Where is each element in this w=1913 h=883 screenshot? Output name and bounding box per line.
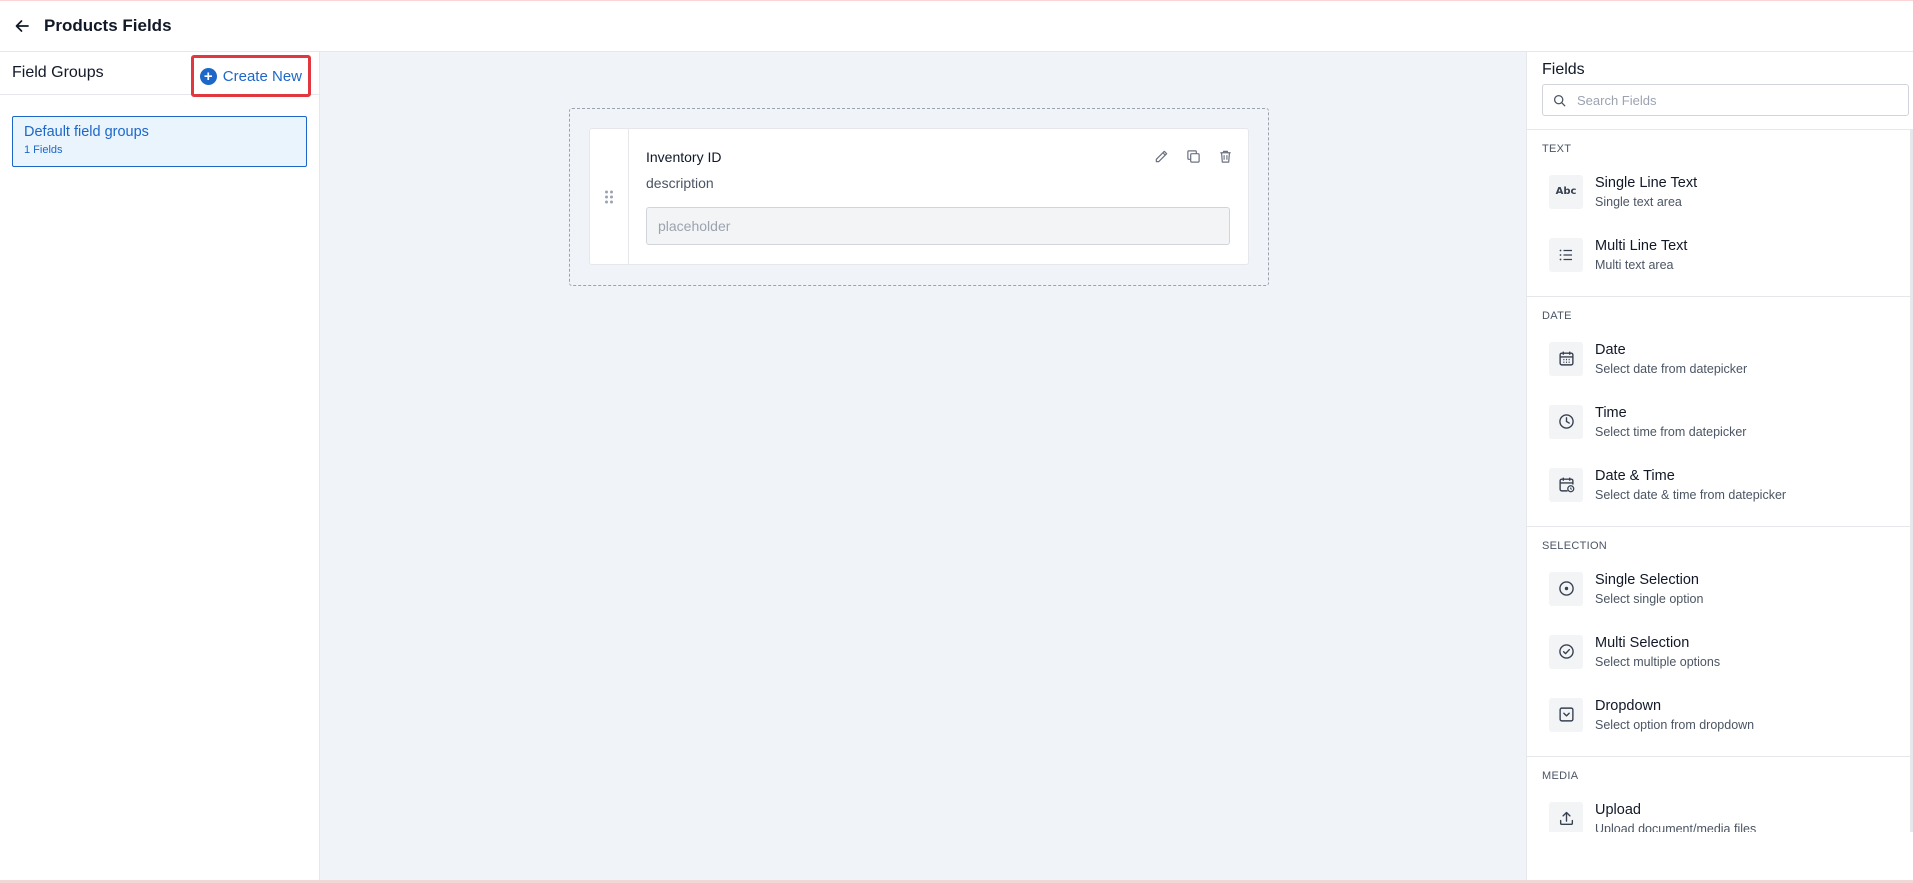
duplicate-button[interactable] xyxy=(1184,147,1202,165)
edit-button[interactable] xyxy=(1152,147,1170,165)
page-title: Products Fields xyxy=(44,16,172,35)
field-type-desc: Select single option xyxy=(1595,591,1704,606)
search-input[interactable] xyxy=(1577,92,1877,108)
section-title: MEDIA xyxy=(1542,770,1579,782)
arrow-left-icon xyxy=(15,20,29,32)
plus-circle-icon: + xyxy=(199,67,217,85)
field-type-single-line-text[interactable]: Abc Single Line Text Single text area xyxy=(1527,160,1910,223)
radio-icon xyxy=(1549,571,1583,606)
fields-panel: Fields TEXT Abc Single Line Text Single … xyxy=(1526,52,1913,880)
check-circle-icon xyxy=(1549,634,1583,669)
pencil-icon xyxy=(1155,150,1167,162)
calendar-clock-icon xyxy=(1549,467,1583,502)
search-box xyxy=(1542,84,1909,116)
delete-button[interactable] xyxy=(1216,147,1234,165)
section-date: DATE Date Select date from datepicker Ti… xyxy=(1527,297,1910,527)
field-type-name: Multi Selection xyxy=(1595,634,1690,651)
trash-icon xyxy=(1219,150,1231,163)
calendar-icon xyxy=(1549,341,1583,376)
section-title: TEXT xyxy=(1542,143,1572,155)
field-type-desc: Select option from dropdown xyxy=(1595,717,1755,732)
fields-list: TEXT Abc Single Line Text Single text ar… xyxy=(1527,129,1913,832)
field-type-desc: Select date from datepicker xyxy=(1595,361,1748,376)
field-type-name: Multi Line Text xyxy=(1595,237,1688,254)
section-media: MEDIA Upload Upload document/media files xyxy=(1527,757,1910,832)
field-type-date-time[interactable]: Date & Time Select date & time from date… xyxy=(1527,453,1910,516)
create-new-button[interactable]: + Create New xyxy=(190,55,311,97)
back-button[interactable] xyxy=(0,0,44,52)
field-card[interactable]: Inventory ID description placeholder xyxy=(589,128,1249,265)
field-description: description xyxy=(646,175,714,191)
field-actions xyxy=(1152,147,1234,165)
field-type-dropdown[interactable]: Dropdown Select option from dropdown xyxy=(1527,683,1910,746)
dropdown-icon xyxy=(1549,697,1583,732)
field-groups-header: Field Groups + Create New xyxy=(0,52,319,97)
field-type-desc: Select multiple options xyxy=(1595,654,1721,669)
create-new-label: Create New xyxy=(222,67,302,85)
search-icon xyxy=(1553,94,1566,106)
field-body: Inventory ID description placeholder xyxy=(629,129,1248,264)
top-bar: Products Fields xyxy=(0,0,1913,52)
section-selection: SELECTION Single Selection Select single… xyxy=(1527,527,1910,757)
drop-zone[interactable]: Inventory ID description placeholder xyxy=(569,108,1269,286)
field-groups-title: Field Groups xyxy=(12,64,104,81)
field-group-count: 1 Fields xyxy=(24,144,63,156)
field-type-desc: Select date & time from datepicker xyxy=(1595,487,1787,502)
fields-title: Fields xyxy=(1542,61,1585,78)
field-preview-input[interactable]: placeholder xyxy=(646,207,1230,245)
form-canvas: Inventory ID description placeholder xyxy=(320,52,1526,880)
list-icon xyxy=(1549,237,1583,272)
field-type-upload[interactable]: Upload Upload document/media files xyxy=(1527,787,1910,832)
section-title: SELECTION xyxy=(1542,540,1608,552)
section-text: TEXT Abc Single Line Text Single text ar… xyxy=(1527,130,1910,297)
field-type-time[interactable]: Time Select time from datepicker xyxy=(1527,390,1910,453)
field-type-desc: Single text area xyxy=(1595,194,1682,209)
field-type-name: Single Line Text xyxy=(1595,174,1698,191)
field-type-multi-selection[interactable]: Multi Selection Select multiple options xyxy=(1527,620,1910,683)
section-title: DATE xyxy=(1542,310,1572,322)
field-group-name: Default field groups xyxy=(24,124,149,140)
clock-icon xyxy=(1549,404,1583,439)
copy-icon xyxy=(1186,149,1200,163)
drag-handle[interactable] xyxy=(590,129,629,264)
field-type-name: Date & Time xyxy=(1595,467,1675,484)
field-label: Inventory ID xyxy=(646,149,722,165)
field-type-name: Upload xyxy=(1595,801,1641,818)
abc-icon: Abc xyxy=(1549,174,1583,209)
field-groups-panel: Field Groups + Create New Default field … xyxy=(0,52,320,880)
grip-dots-icon xyxy=(605,190,613,203)
field-type-single-selection[interactable]: Single Selection Select single option xyxy=(1527,557,1910,620)
field-type-name: Time xyxy=(1595,404,1627,421)
field-type-name: Dropdown xyxy=(1595,697,1662,714)
field-type-desc: Multi text area xyxy=(1595,257,1674,272)
field-type-date[interactable]: Date Select date from datepicker xyxy=(1527,327,1910,390)
upload-icon xyxy=(1549,801,1583,832)
field-type-name: Date xyxy=(1595,341,1626,358)
field-type-multi-line-text[interactable]: Multi Line Text Multi text area xyxy=(1527,223,1910,286)
field-type-desc: Select time from datepicker xyxy=(1595,424,1747,439)
field-group-item[interactable]: Default field groups 1 Fields xyxy=(12,116,307,167)
field-type-name: Single Selection xyxy=(1595,571,1699,588)
field-type-desc: Upload document/media files xyxy=(1595,821,1757,833)
